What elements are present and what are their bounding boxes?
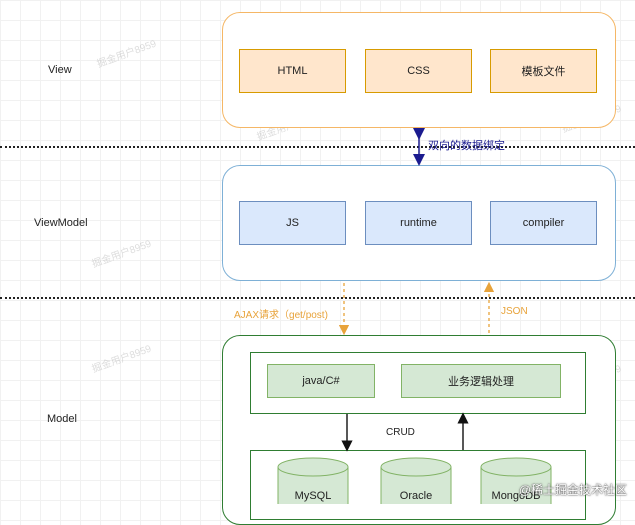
connectors-layer — [277, 128, 552, 504]
corner-watermark: @稀土掘金技术社区 — [518, 483, 627, 497]
mysql-label: MySQL — [294, 490, 332, 502]
ajax-label: AJAX请求（get/post) — [234, 310, 328, 321]
json-label: JSON — [501, 306, 528, 317]
binding-label: 双向的数据绑定 — [428, 140, 505, 152]
crud-label: CRUD — [386, 427, 415, 438]
oracle-label: Oracle — [399, 490, 433, 502]
